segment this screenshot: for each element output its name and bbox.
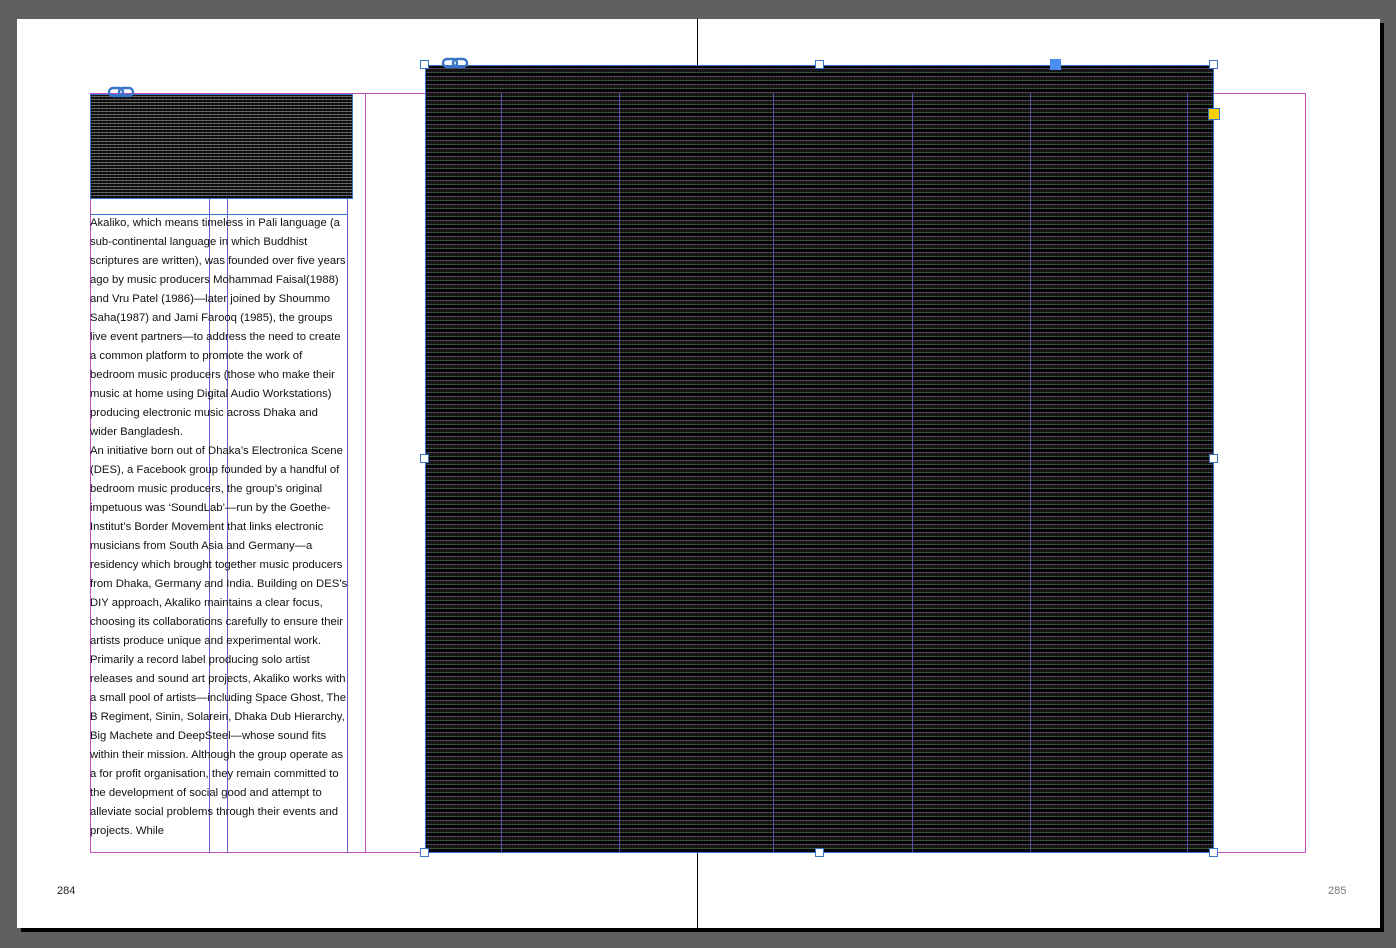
page-number-left: 284 (57, 885, 76, 897)
resize-handle-middle-right[interactable] (1209, 454, 1218, 463)
page-number-right: 285 (1328, 885, 1347, 897)
column-guide (1187, 93, 1188, 853)
large-image-frame[interactable] (425, 65, 1214, 853)
body-paragraph: An initiative born out of Dhaka’s Electr… (90, 445, 348, 647)
body-paragraph: Primarily a record label producing solo … (90, 654, 346, 837)
column-guide (501, 93, 502, 853)
resize-handle-top-right[interactable] (1209, 60, 1218, 69)
link-icon[interactable] (441, 56, 469, 70)
selection-square-icon[interactable] (1050, 59, 1061, 70)
resize-handle-bottom-left[interactable] (420, 848, 429, 857)
column-guide (773, 93, 774, 853)
body-paragraph: Akaliko, which means timeless in Pali la… (90, 217, 346, 438)
resize-handle-middle-left[interactable] (420, 454, 429, 463)
resize-handle-top-center[interactable] (815, 60, 824, 69)
right-margin-bottom (1213, 852, 1306, 853)
left-margin-bottom (90, 852, 425, 853)
link-icon[interactable] (107, 85, 135, 99)
resize-handle-bottom-center[interactable] (815, 848, 824, 857)
document-spread: Akaliko, which means timeless in Pali la… (17, 19, 1380, 928)
right-margin-top (1213, 93, 1306, 94)
small-image-frame[interactable] (90, 94, 353, 199)
live-corner-handle-icon[interactable] (1208, 108, 1220, 120)
left-margin-right (365, 93, 366, 853)
column-guide (619, 93, 620, 853)
resize-handle-top-left[interactable] (420, 60, 429, 69)
column-guide (912, 93, 913, 853)
body-text-frame[interactable]: Akaliko, which means timeless in Pali la… (90, 214, 348, 852)
resize-handle-bottom-right[interactable] (1209, 848, 1218, 857)
column-guide (1030, 93, 1031, 853)
right-margin-right (1305, 93, 1306, 853)
